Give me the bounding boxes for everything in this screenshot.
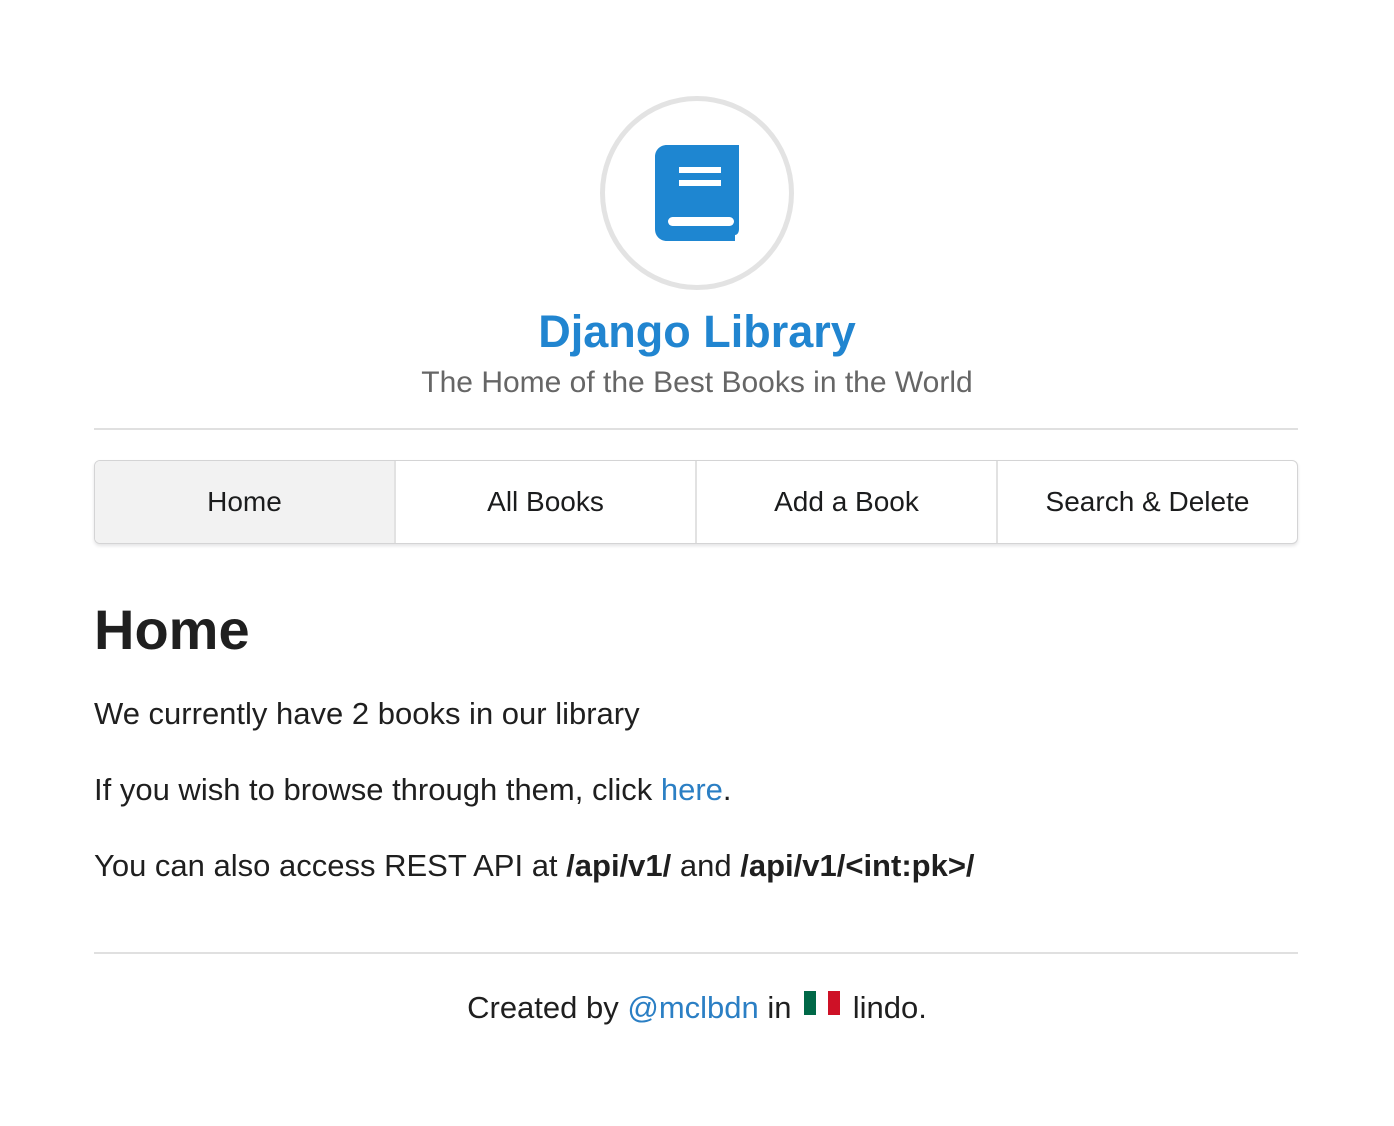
author-link[interactable]: @mclbdn <box>627 990 758 1025</box>
header-divider <box>94 428 1298 430</box>
footer-text-before: Created by <box>467 990 628 1025</box>
footer: Created by @mclbdn in lindo. <box>0 988 1394 1028</box>
browse-text-before: If you wish to browse through them, clic… <box>94 772 661 807</box>
api-endpoint-list: /api/v1/ <box>566 848 672 883</box>
logo <box>600 96 794 290</box>
nav-item-all-books[interactable]: All Books <box>394 461 695 543</box>
api-endpoint-detail: /api/v1/<int:pk>/ <box>740 848 975 883</box>
mexico-flag-icon <box>804 991 841 1015</box>
site-title: Django Library <box>538 306 856 357</box>
main-content: Home We currently have 2 books in our li… <box>94 596 1298 883</box>
api-text-before: You can also access REST API at <box>94 848 567 883</box>
nav-item-home[interactable]: Home <box>95 461 394 543</box>
book-count-text: We currently have 2 books in our library <box>94 696 640 731</box>
page-heading: Home <box>94 598 250 661</box>
browse-text: If you wish to browse through them, clic… <box>94 770 732 810</box>
api-text-middle: and <box>671 848 741 883</box>
api-text: You can also access REST API at /api/v1/… <box>94 846 975 886</box>
footer-divider <box>94 952 1298 954</box>
site-subtitle: The Home of the Best Books in the World <box>421 366 973 399</box>
browse-here-link[interactable]: here <box>661 772 723 807</box>
main-nav: Home All Books Add a Book Search & Delet… <box>94 460 1298 544</box>
browse-text-after: . <box>722 772 732 807</box>
nav-item-search-delete[interactable]: Search & Delete <box>996 461 1297 543</box>
nav-item-add-book[interactable]: Add a Book <box>695 461 996 543</box>
footer-text-middle: in <box>758 990 801 1025</box>
book-icon <box>655 145 739 241</box>
footer-text-after: lindo. <box>844 990 927 1025</box>
page: Django Library The Home of the Best Book… <box>0 0 1394 1126</box>
